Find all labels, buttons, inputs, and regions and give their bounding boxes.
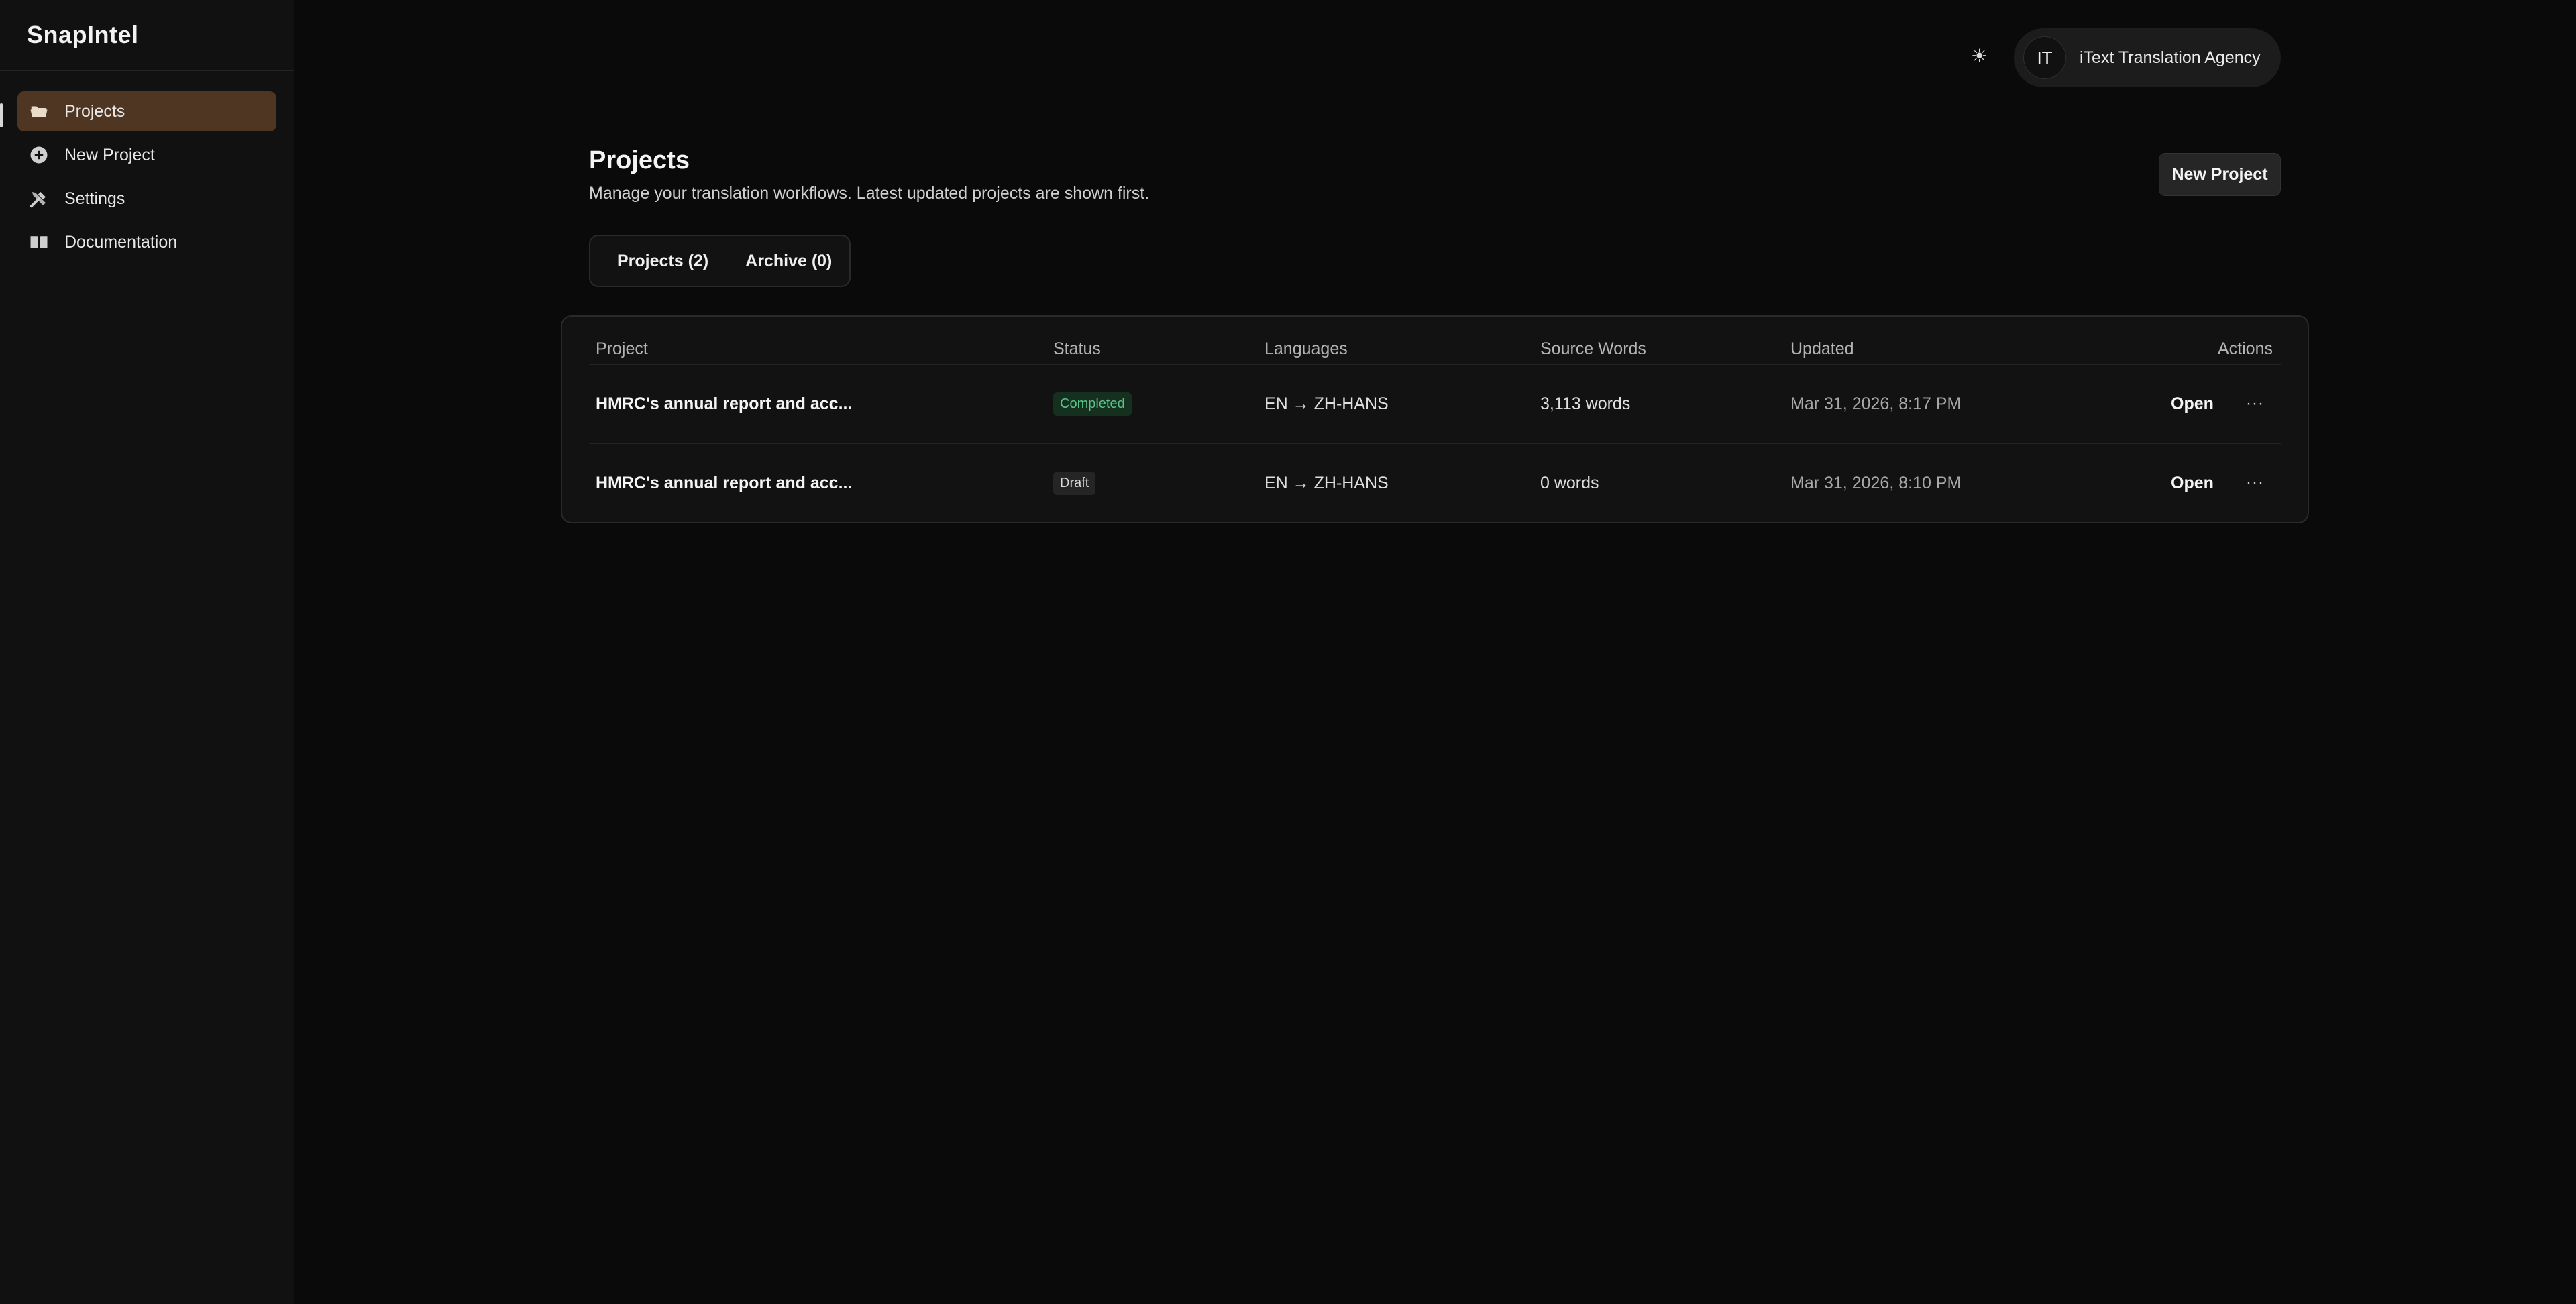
sidebar-item-label: Documentation	[64, 232, 178, 252]
sidebar-item-projects[interactable]: Projects	[17, 91, 276, 131]
open-button[interactable]: Open	[2171, 394, 2214, 414]
sidebar-item-label: Projects	[64, 101, 125, 121]
sidebar-item-label: New Project	[64, 145, 155, 164]
languages-cell: EN → ZH-HANS	[1265, 473, 1389, 492]
tab-projects[interactable]: Projects (2)	[617, 252, 708, 271]
table-row[interactable]: HMRC's annual report and acc... Complete…	[562, 364, 2308, 443]
tab-archive[interactable]: Archive (0)	[745, 252, 832, 271]
languages-cell: EN → ZH-HANS	[1265, 394, 1389, 413]
avatar: IT	[2023, 36, 2066, 79]
plus-circle-icon	[28, 144, 50, 166]
sidebar-item-settings[interactable]: Settings	[17, 178, 276, 219]
column-header-source-words[interactable]: Source Words	[1540, 339, 1646, 359]
sidebar: SnapIntel Projects New Project Settings	[0, 0, 294, 1304]
project-name[interactable]: HMRC's annual report and acc...	[596, 364, 852, 443]
column-header-actions: Actions	[2218, 339, 2273, 358]
tools-icon	[28, 188, 50, 209]
open-cell: Open	[2171, 443, 2214, 523]
source-words-cell: 0 words	[1540, 473, 1599, 492]
sidebar-item-documentation[interactable]: Documentation	[17, 222, 276, 262]
status-badge: Completed	[1053, 392, 1132, 416]
page-subtitle: Manage your translation workflows. Lates…	[589, 184, 1150, 203]
table-row[interactable]: HMRC's annual report and acc... Draft EN…	[562, 443, 2308, 523]
book-icon	[28, 231, 50, 253]
status-cell: Completed	[1053, 364, 1132, 443]
theme-toggle-icon[interactable]: ☀	[1971, 44, 1988, 68]
column-header-updated[interactable]: Updated	[1790, 339, 1854, 359]
project-tabs: Projects (2) Archive (0)	[589, 235, 851, 287]
column-header-languages[interactable]: Languages	[1265, 339, 1348, 359]
folder-open-icon	[28, 101, 50, 122]
account-menu[interactable]: IT iText Translation Agency	[2014, 28, 2281, 87]
updated-cell: Mar 31, 2026, 8:17 PM	[1790, 394, 1962, 413]
more-actions-icon[interactable]: ···	[2246, 394, 2264, 413]
column-header-project[interactable]: Project	[596, 339, 648, 359]
column-header-status[interactable]: Status	[1053, 339, 1101, 359]
status-badge: Draft	[1053, 471, 1096, 495]
more-cell: ···	[2246, 364, 2264, 443]
project-name[interactable]: HMRC's annual report and acc...	[596, 443, 852, 523]
new-project-button[interactable]: New Project	[2159, 153, 2281, 196]
sidebar-item-label: Settings	[64, 188, 125, 208]
projects-table: Project Status Languages Source Words Up…	[561, 315, 2309, 523]
sidebar-nav: Projects New Project Settings Documentat…	[0, 71, 294, 286]
updated-cell: Mar 31, 2026, 8:10 PM	[1790, 473, 1962, 492]
more-cell: ···	[2246, 443, 2264, 523]
more-actions-icon[interactable]: ···	[2246, 474, 2264, 492]
open-cell: Open	[2171, 364, 2214, 443]
active-nav-marker	[0, 103, 3, 127]
brand: SnapIntel	[0, 0, 294, 71]
open-button[interactable]: Open	[2171, 474, 2214, 493]
sidebar-item-new-project[interactable]: New Project	[17, 135, 276, 175]
account-name: iText Translation Agency	[2080, 48, 2261, 67]
page-title: Projects	[589, 146, 690, 174]
brand-logo[interactable]: SnapIntel	[27, 21, 139, 49]
status-cell: Draft	[1053, 443, 1096, 523]
source-words-cell: 3,113 words	[1540, 394, 1631, 413]
